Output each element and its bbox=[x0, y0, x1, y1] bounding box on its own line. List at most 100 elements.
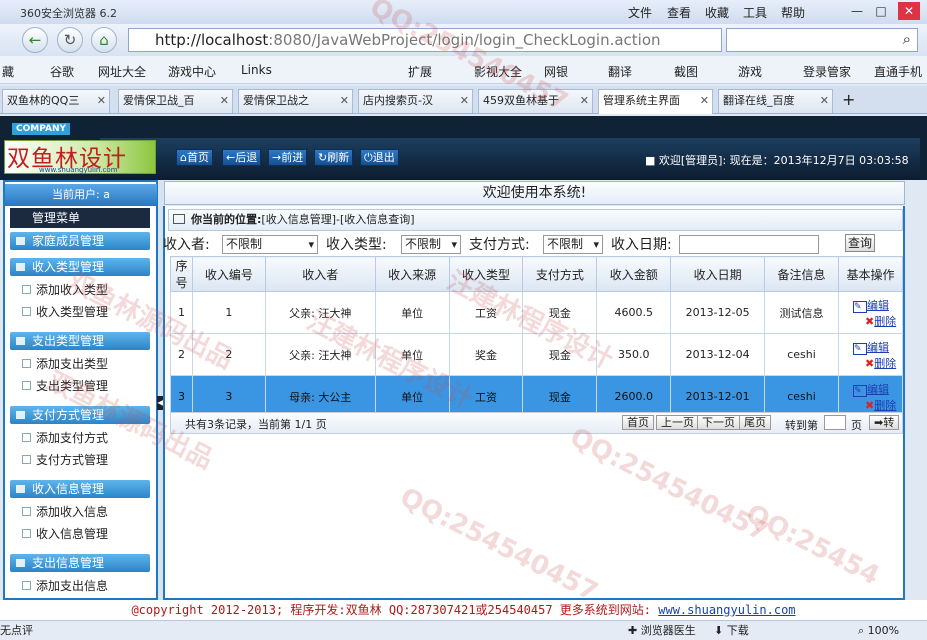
payer-select[interactable]: 不限制 bbox=[222, 235, 318, 254]
fav-nav[interactable]: 网址大全 bbox=[98, 63, 146, 80]
first-page-button[interactable]: 首页 bbox=[622, 415, 654, 430]
search-box[interactable]: ⌕ bbox=[726, 28, 918, 52]
nav-forward-button[interactable]: →前进 bbox=[268, 149, 308, 166]
nav-refresh-button[interactable]: ↻刷新 bbox=[314, 149, 354, 166]
edit-link[interactable]: 编辑 bbox=[867, 299, 889, 312]
sidebar-item[interactable]: 添加收入类型 bbox=[22, 281, 108, 298]
new-tab-icon[interactable]: + bbox=[842, 90, 855, 109]
fav-google[interactable]: 谷歌 bbox=[50, 63, 74, 80]
search-icon[interactable]: ⌕ bbox=[903, 30, 911, 48]
back-icon[interactable]: ← bbox=[22, 27, 48, 53]
nav-home-button[interactable]: ⌂首页 bbox=[176, 149, 213, 166]
close-tab-icon[interactable]: ✕ bbox=[460, 90, 469, 112]
delete-icon[interactable]: ✖ bbox=[865, 357, 874, 370]
menu-view[interactable]: 查看 bbox=[667, 4, 691, 21]
fav-ext[interactable]: 扩展 bbox=[408, 63, 432, 80]
browser-tab[interactable]: 店内搜索页-汉 ✕ bbox=[358, 89, 473, 113]
browser-tab[interactable]: 459双鱼林基于 ✕ bbox=[478, 89, 593, 113]
table-cell: 测试信息 bbox=[764, 291, 839, 334]
close-icon[interactable]: ✕ bbox=[898, 2, 920, 20]
goto-page-input[interactable] bbox=[824, 415, 846, 430]
fav-screenshot[interactable]: 截图 bbox=[674, 63, 698, 80]
menu-help[interactable]: 帮助 bbox=[781, 4, 805, 21]
delete-link[interactable]: 删除 bbox=[874, 315, 896, 328]
browser-tab[interactable]: 爱情保卫战_百 ✕ bbox=[118, 89, 233, 113]
close-tab-icon[interactable]: ✕ bbox=[220, 90, 229, 112]
browser-tab-active[interactable]: 管理系统主界面 ✕ bbox=[598, 89, 713, 114]
browser-tab[interactable]: 翻译在线_百度 ✕ bbox=[718, 89, 833, 113]
delete-link[interactable]: 删除 bbox=[874, 399, 896, 412]
payment-method-select[interactable]: 不限制 bbox=[543, 235, 603, 254]
close-tab-icon[interactable]: ✕ bbox=[340, 90, 349, 112]
close-tab-icon[interactable]: ✕ bbox=[820, 90, 829, 112]
table-cell: 父亲: 汪大神 bbox=[264, 333, 376, 376]
income-date-input[interactable] bbox=[679, 235, 819, 254]
column-header: 收入类型 bbox=[448, 256, 524, 292]
table-row[interactable]: 1 1 父亲: 汪大神 单位 工资 现金 4600.5 2013-12-05 测试信息 ✎ 编辑 ✖删… bbox=[170, 291, 904, 334]
close-tab-icon[interactable]: ✕ bbox=[580, 90, 589, 112]
menu-file[interactable]: 文件 bbox=[628, 4, 652, 21]
delete-icon[interactable]: ✖ bbox=[865, 399, 874, 412]
next-page-button[interactable]: 下一页 bbox=[697, 415, 740, 430]
site-link[interactable]: www.shuangyulin.com bbox=[658, 603, 795, 617]
sidebar-item[interactable]: 添加支付方式 bbox=[22, 429, 108, 446]
fav-login[interactable]: 登录管家 bbox=[803, 63, 851, 80]
sidebar-group-header[interactable]: 收入信息管理 bbox=[10, 480, 150, 498]
refresh-icon[interactable]: ↻ bbox=[57, 27, 83, 53]
last-page-button[interactable]: 尾页 bbox=[739, 415, 771, 430]
fav-translate[interactable]: 翻译 bbox=[608, 63, 632, 80]
sidebar-group-header[interactable]: 家庭成员管理 bbox=[10, 232, 150, 250]
table-cell: 单位 bbox=[374, 291, 450, 334]
browser-tab[interactable]: 爱情保卫战之 ✕ bbox=[238, 89, 353, 113]
browser-tab-bar: 双鱼林的QQ三 ✕ 爱情保卫战_百 ✕ 爱情保卫战之 ✕ 店内搜索页-汉 ✕ 459双鱼… bbox=[0, 86, 927, 114]
home-icon[interactable]: ⌂ bbox=[91, 27, 117, 53]
fav-bank[interactable]: 网银 bbox=[544, 63, 568, 80]
tab-label: 双鱼林的QQ三 bbox=[7, 94, 80, 107]
tab-label: 翻译在线_百度 bbox=[723, 94, 795, 107]
delete-icon[interactable]: ✖ bbox=[865, 315, 874, 328]
minimize-icon[interactable]: — bbox=[846, 2, 868, 20]
nav-logout-button[interactable]: ⏻退出 bbox=[360, 149, 399, 166]
address-bar[interactable]: http://localhost:8080/JavaWebProject/log… bbox=[128, 28, 722, 52]
table-cell: 单位 bbox=[374, 333, 450, 376]
download-status[interactable]: ⬇ 下载 bbox=[714, 621, 749, 640]
close-tab-icon[interactable]: ✕ bbox=[700, 90, 709, 112]
edit-link[interactable]: 编辑 bbox=[867, 383, 889, 396]
browser-tab[interactable]: 双鱼林的QQ三 ✕ bbox=[2, 89, 110, 113]
edit-icon[interactable]: ✎ bbox=[852, 300, 867, 313]
sidebar-item[interactable]: 添加支出类型 bbox=[22, 355, 108, 372]
sidebar-item[interactable]: 收入类型管理 bbox=[22, 303, 108, 320]
table-row[interactable]: 2 2 父亲: 汪大神 单位 奖金 现金 350.0 2013-12-04 ceshi ✎ 编辑 ✖删… bbox=[170, 333, 904, 376]
nav-back-button[interactable]: ←后退 bbox=[222, 149, 262, 166]
goto-label: 转到第 bbox=[785, 419, 818, 432]
sidebar-item[interactable]: 支出类型管理 bbox=[22, 377, 108, 394]
fav-links[interactable]: Links bbox=[241, 63, 272, 77]
goto-button[interactable]: ➡转 bbox=[869, 415, 900, 430]
sidebar-group-header[interactable]: 收入类型管理 bbox=[10, 258, 150, 276]
query-button[interactable]: 查询 bbox=[845, 234, 875, 252]
sidebar-item[interactable]: 添加支出信息 bbox=[22, 577, 108, 594]
prev-page-button[interactable]: 上一页 bbox=[656, 415, 699, 430]
income-type-select[interactable]: 不限制 bbox=[401, 235, 461, 254]
menu-favorites[interactable]: 收藏 bbox=[705, 4, 729, 21]
fav-video[interactable]: 影视大全 bbox=[474, 63, 522, 80]
sidebar-item[interactable]: 支付方式管理 bbox=[22, 451, 108, 468]
close-tab-icon[interactable]: ✕ bbox=[97, 90, 106, 112]
sidebar-group-header[interactable]: 支付方式管理 bbox=[10, 406, 150, 424]
maximize-icon[interactable]: □ bbox=[870, 2, 892, 20]
browser-doctor[interactable]: ✚ 浏览器医生 bbox=[628, 621, 696, 640]
sidebar-item[interactable]: 添加收入信息 bbox=[22, 503, 108, 520]
fav-games[interactable]: 游戏 bbox=[738, 63, 762, 80]
edit-icon[interactable]: ✎ bbox=[852, 342, 867, 355]
menu-tools[interactable]: 工具 bbox=[743, 4, 767, 21]
edit-link[interactable]: 编辑 bbox=[867, 341, 889, 354]
fav-game[interactable]: 游戏中心 bbox=[168, 63, 216, 80]
delete-link[interactable]: 删除 bbox=[874, 357, 896, 370]
fav-phone[interactable]: 直通手机 bbox=[874, 63, 922, 80]
sidebar-group-header[interactable]: 支出类型管理 bbox=[10, 332, 150, 350]
zoom-level[interactable]: ⌕ 100% bbox=[858, 621, 899, 640]
fav-collect[interactable]: 藏 bbox=[2, 63, 14, 80]
edit-icon[interactable]: ✎ bbox=[852, 384, 867, 397]
sidebar-item[interactable]: 收入信息管理 bbox=[22, 525, 108, 542]
sidebar-group-header[interactable]: 支出信息管理 bbox=[10, 554, 150, 572]
